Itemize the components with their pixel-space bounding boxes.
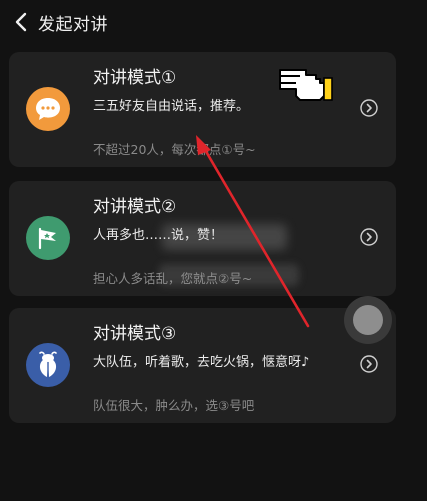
- mode-description: 三五好友自由说话，推荐。: [93, 99, 250, 114]
- cicada-icon: [26, 343, 70, 387]
- mode-name: 对讲模式③: [93, 324, 177, 344]
- chevron-right-circle-icon: [360, 355, 378, 373]
- header: 发起对讲: [0, 0, 427, 44]
- assistive-touch-dot: [353, 305, 383, 335]
- mode-card-3[interactable]: 对讲模式③ 大队伍，听着歌，去吃火锅，惬意呀♪ 队伍很大，肿么办，选③号吧: [9, 308, 396, 423]
- mode-name: 对讲模式①: [93, 68, 177, 88]
- mode-note: 不超过20人，每次都点①号~: [93, 142, 256, 157]
- chevron-right-circle-icon: [360, 228, 378, 246]
- pointing-hand-icon: [279, 69, 333, 101]
- mode-card-2[interactable]: 对讲模式② 人再多也……说，赞！ 担心人多话乱，您就点②号~: [9, 181, 396, 296]
- mode-description: 大队伍，听着歌，去吃火锅，惬意呀♪: [93, 355, 310, 370]
- mode-note: 队伍很大，肿么办，选③号吧: [93, 398, 255, 413]
- page-title: 发起对讲: [38, 15, 108, 35]
- assistive-touch-button[interactable]: [344, 296, 392, 344]
- chat-bubble-icon: [26, 87, 70, 131]
- back-button[interactable]: [10, 9, 32, 35]
- flag-icon: [26, 216, 70, 260]
- chevron-left-icon: [15, 12, 27, 32]
- mode-card-1[interactable]: 对讲模式① 三五好友自由说话，推荐。 不超过20人，每次都点①号~: [9, 52, 396, 167]
- blurred-region: [159, 264, 299, 286]
- blurred-region: [162, 224, 287, 250]
- chevron-right-circle-icon: [360, 99, 378, 117]
- mode-name: 对讲模式②: [93, 197, 177, 217]
